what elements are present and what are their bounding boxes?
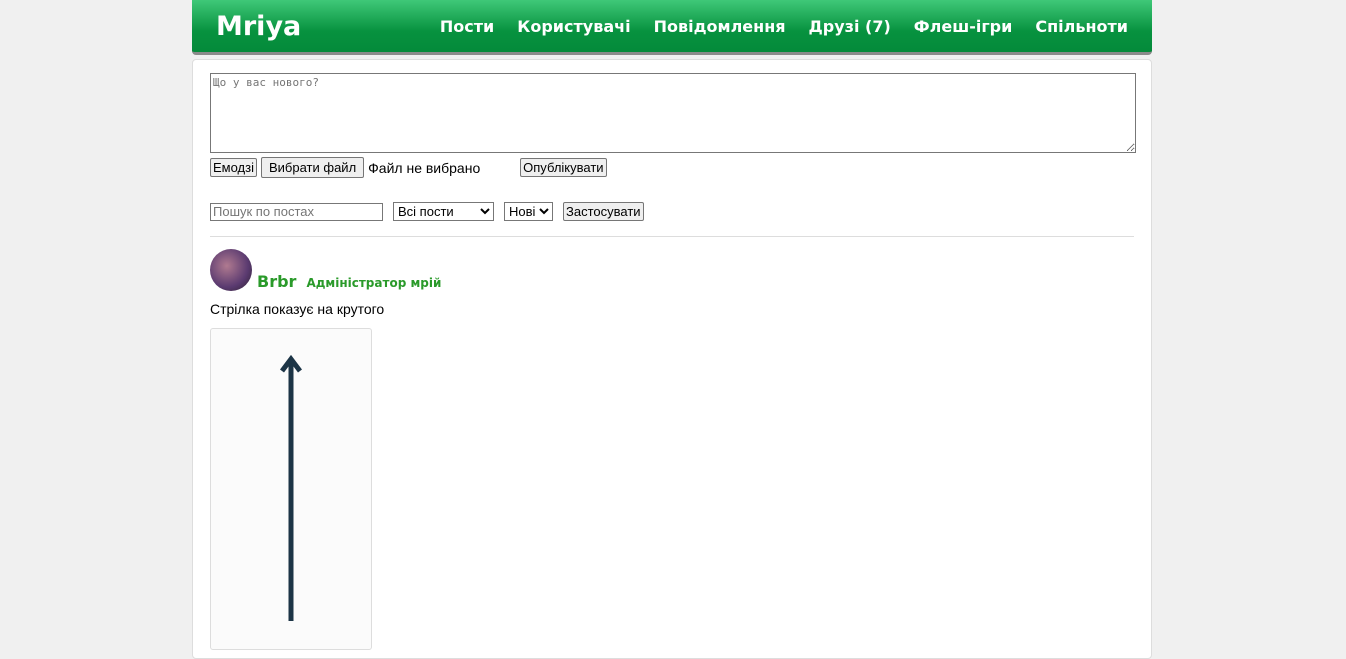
nav-posts[interactable]: Пости xyxy=(440,17,494,36)
file-status: Файл не вибрано xyxy=(368,159,481,176)
avatar[interactable] xyxy=(210,249,252,291)
nav-users[interactable]: Користувачі xyxy=(517,17,630,36)
author-name[interactable]: Brbr xyxy=(257,272,296,291)
sort-select[interactable]: Нові xyxy=(504,202,553,221)
emoji-button[interactable]: Емодзі xyxy=(210,158,257,177)
arrow-up-icon xyxy=(280,354,302,621)
header: Mriya Пости Користувачі Повідомлення Дру… xyxy=(192,0,1152,55)
nav-communities[interactable]: Спільноти xyxy=(1035,17,1128,36)
main-nav: Пости Користувачі Повідомлення Друзі (7)… xyxy=(440,17,1128,36)
publish-button[interactable]: Опублікувати xyxy=(520,158,607,177)
author-role: Адміністратор мрій xyxy=(306,276,442,290)
divider xyxy=(210,236,1134,237)
apply-button[interactable]: Застосувати xyxy=(563,202,644,221)
post-input[interactable] xyxy=(210,73,1136,153)
post-text: Стрілка показує на крутого xyxy=(210,301,385,317)
choose-file-button[interactable]: Вибрати файл xyxy=(261,157,365,178)
main-content: Емодзі Вибрати файл Файл не вибрано Опуб… xyxy=(192,59,1152,659)
post-type-select[interactable]: Всі пости xyxy=(393,202,494,221)
logo[interactable]: Mriya xyxy=(216,11,301,42)
post-image[interactable] xyxy=(210,328,372,650)
nav-messages[interactable]: Повідомлення xyxy=(654,17,786,36)
search-input[interactable] xyxy=(210,202,383,221)
post-author: Brbr Адміністратор мрій xyxy=(210,249,1134,291)
nav-friends[interactable]: Друзі (7) xyxy=(809,17,891,36)
nav-flash-games[interactable]: Флеш-ігри xyxy=(914,17,1013,36)
